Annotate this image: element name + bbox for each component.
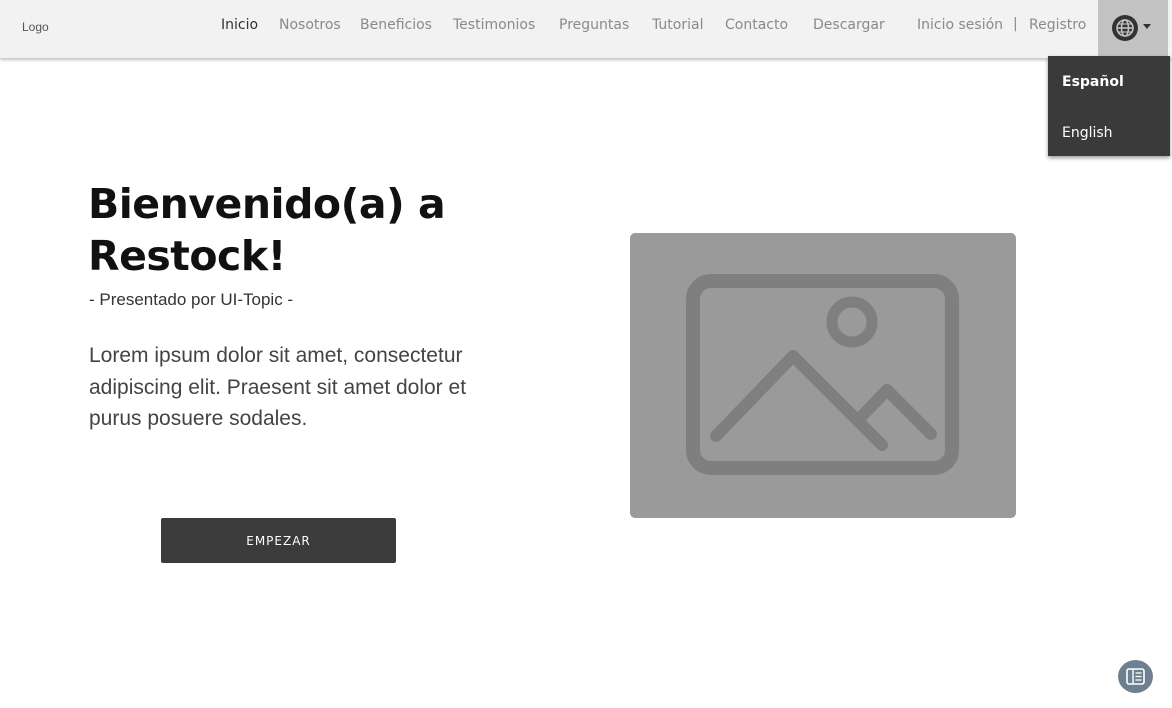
nav-contacto[interactable]: Contacto [725, 17, 788, 33]
register-link[interactable]: Registro [1029, 17, 1086, 33]
reader-icon [1126, 668, 1145, 685]
nav-separator: | [1013, 16, 1018, 32]
chevron-down-icon [1143, 24, 1151, 29]
reader-mode-button[interactable] [1118, 660, 1153, 693]
nav-tutorial[interactable]: Tutorial [652, 17, 703, 33]
globe-icon [1112, 15, 1138, 41]
nav-beneficios[interactable]: Beneficios [360, 17, 432, 33]
hero-title: Bienvenido(a) a Restock! [88, 180, 446, 280]
logo[interactable]: Logo [22, 20, 49, 34]
image-placeholder-icon [686, 274, 959, 475]
hero-description: Lorem ipsum dolor sit amet, consectetur … [89, 344, 467, 430]
nav-nosotros[interactable]: Nosotros [279, 17, 341, 33]
language-dropdown-menu: Español English [1048, 56, 1170, 156]
language-option-espanol[interactable]: Español [1062, 74, 1124, 90]
top-navbar: Logo Inicio Nosotros Beneficios Testimon… [0, 0, 1172, 58]
nav-descargar[interactable]: Descargar [813, 17, 885, 33]
nav-testimonios[interactable]: Testimonios [453, 17, 535, 33]
nav-inicio[interactable]: Inicio [221, 17, 258, 33]
login-link[interactable]: Inicio sesión [917, 17, 1003, 33]
start-button[interactable]: EMPEZAR [161, 518, 396, 563]
hero-image-placeholder [630, 233, 1016, 518]
nav-preguntas[interactable]: Preguntas [559, 17, 629, 33]
language-selector-button[interactable] [1098, 0, 1168, 56]
language-option-english[interactable]: English [1062, 125, 1113, 141]
hero-subtitle: - Presentado por UI-Topic - [89, 290, 294, 309]
